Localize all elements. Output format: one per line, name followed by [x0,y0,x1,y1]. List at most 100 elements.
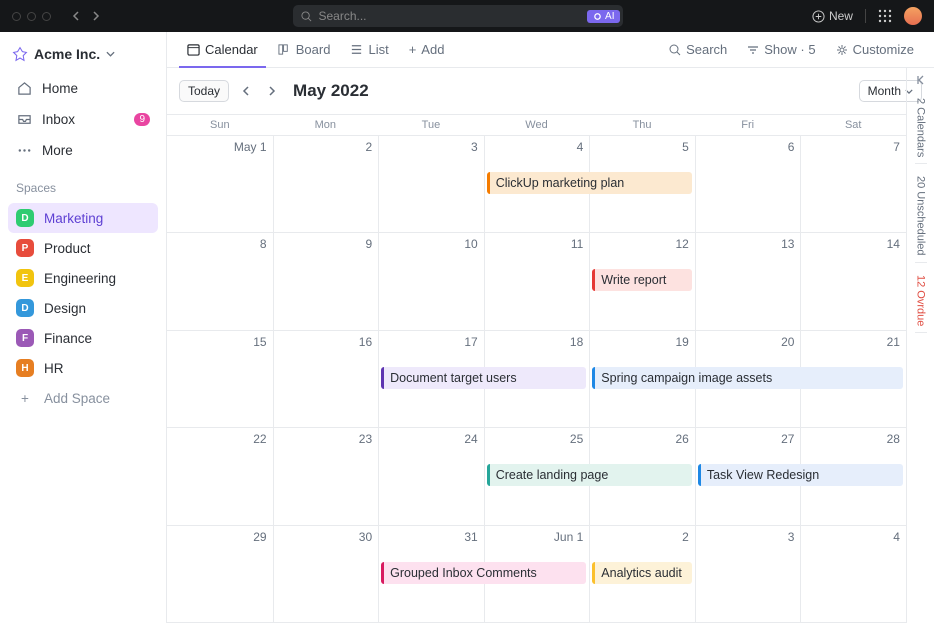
day-number: 20 [702,335,795,349]
day-cell[interactable]: 23 [273,428,379,524]
day-cell[interactable]: 29 [167,526,273,622]
day-cell[interactable]: 15 [167,331,273,427]
home-icon [16,81,32,96]
nav-forward-button[interactable] [87,7,105,25]
nav-more[interactable]: More [8,136,158,165]
day-cell[interactable]: 6 [695,136,801,232]
list-icon [350,43,363,56]
day-cell[interactable]: 22 [167,428,273,524]
day-cell[interactable]: 10 [378,233,484,329]
nav-home[interactable]: Home [8,74,158,103]
space-item-product[interactable]: P Product [8,233,158,263]
window-controls[interactable] [12,12,51,21]
tab-board[interactable]: Board [270,32,339,67]
day-cell[interactable]: 13 [695,233,801,329]
calendar-event[interactable]: Create landing page [487,464,692,486]
space-label: Engineering [44,271,116,286]
prev-month-button[interactable] [237,82,255,100]
space-item-engineering[interactable]: E Engineering [8,263,158,293]
more-icon [16,143,32,158]
calendar-event[interactable]: Grouped Inbox Comments [381,562,586,584]
calendar-event[interactable]: Analytics audit [592,562,692,584]
calendar-event[interactable]: Document target users [381,367,586,389]
next-month-button[interactable] [263,82,281,100]
global-search-input[interactable]: Search... AI [293,5,623,27]
today-button[interactable]: Today [179,80,229,102]
day-header-cell: Mon [273,115,379,135]
calendar-event[interactable]: ClickUp marketing plan [487,172,692,194]
day-cell[interactable]: 24 [378,428,484,524]
workspace-switcher[interactable]: Acme Inc. [8,40,158,72]
day-cell[interactable]: 16 [273,331,379,427]
space-label: Product [44,241,91,256]
day-number: 3 [385,140,478,154]
space-icon: D [16,299,34,317]
day-cell[interactable]: 14 [800,233,906,329]
space-item-design[interactable]: D Design [8,293,158,323]
user-avatar[interactable] [904,7,922,25]
chevron-down-icon [106,51,115,57]
day-cell[interactable]: 8 [167,233,273,329]
day-cell[interactable]: May 1 [167,136,273,232]
spaces-section-label: Spaces [8,167,158,201]
collapse-panel-icon[interactable] [915,74,927,86]
space-item-finance[interactable]: F Finance [8,323,158,353]
unscheduled-panel-tab[interactable]: 20 Unscheduled [915,170,927,263]
day-number: 12 [596,237,689,251]
space-icon: H [16,359,34,377]
day-number: 24 [385,432,478,446]
day-cell[interactable]: 4 [800,526,906,622]
plus-icon: + [409,42,417,57]
calendars-panel-tab[interactable]: 2 Calendars [915,92,927,164]
space-icon: F [16,329,34,347]
tab-calendar[interactable]: Calendar [179,33,266,68]
day-cell[interactable]: 2 [273,136,379,232]
tab-list[interactable]: List [342,32,396,67]
search-view-button[interactable]: Search [661,42,735,57]
calendar-event[interactable]: Write report [592,269,692,291]
calendar-event[interactable]: Spring campaign image assets [592,367,903,389]
customize-button[interactable]: Customize [828,42,922,57]
space-icon: E [16,269,34,287]
search-icon [669,44,681,56]
apps-grid-icon[interactable] [878,9,892,23]
space-label: Finance [44,331,92,346]
overdue-panel-tab[interactable]: 12 Ovrdue [915,269,927,333]
day-number: 31 [385,530,478,544]
day-header-cell: Thu [589,115,695,135]
day-cell[interactable]: 3 [378,136,484,232]
inbox-icon [16,112,32,127]
space-icon: P [16,239,34,257]
day-number: 19 [596,335,689,349]
space-item-marketing[interactable]: DMarketing [8,203,158,233]
plus-circle-icon [812,10,825,23]
day-number: 16 [280,335,373,349]
space-item-hr[interactable]: HHR [8,353,158,383]
day-cell[interactable]: 7 [800,136,906,232]
month-label: May 2022 [293,81,369,101]
day-cell[interactable]: 3 [695,526,801,622]
day-number: May 1 [173,140,267,154]
calendar-event[interactable]: Task View Redesign [698,464,903,486]
week-row: 15161718192021Document target usersSprin… [167,331,906,428]
day-cell[interactable]: 11 [484,233,590,329]
show-filter-button[interactable]: Show · 5 [739,42,823,57]
nav-inbox[interactable]: Inbox9 [8,105,158,134]
day-number: 2 [596,530,689,544]
day-cell[interactable]: 9 [273,233,379,329]
workspace-logo-icon [12,46,28,62]
right-side-panel: 2 Calendars 20 Unscheduled 12 Ovrdue [906,68,934,623]
day-number: 11 [491,237,584,251]
day-number: 21 [807,335,900,349]
day-cell[interactable]: 30 [273,526,379,622]
nav-back-button[interactable] [67,7,85,25]
day-number: 18 [491,335,584,349]
add-space-button[interactable]: +Add Space [8,385,158,412]
space-label: Design [44,301,86,316]
new-button[interactable]: New [812,9,853,23]
tab-add-view[interactable]: +Add [401,32,453,67]
ai-badge[interactable]: AI [587,10,620,23]
calendar-header: Today May 2022 Month [167,68,934,114]
day-number: 29 [173,530,267,544]
day-number: 4 [807,530,900,544]
